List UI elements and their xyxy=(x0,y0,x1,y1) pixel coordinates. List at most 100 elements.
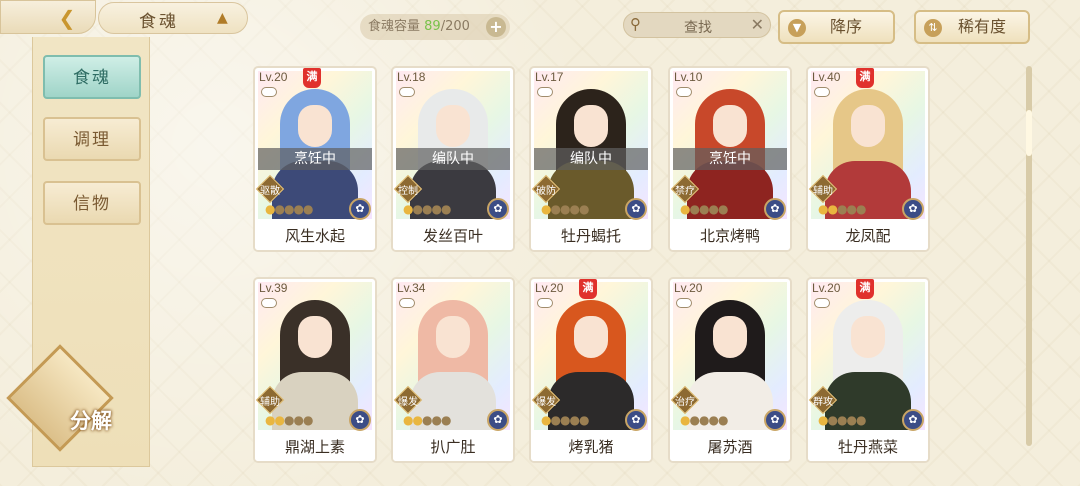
star-rating: ●●●●● xyxy=(265,202,314,216)
shield-icon xyxy=(814,87,830,97)
star-icon: ● xyxy=(569,413,580,427)
role-label: 治疗 xyxy=(675,397,695,408)
max-badge: 满 xyxy=(856,68,874,88)
search-label: 查找 xyxy=(684,20,712,36)
food-soul-card[interactable]: Lv.20 治疗 ●●●●● ✿ 屠苏酒 xyxy=(668,277,792,463)
scrollbar-thumb[interactable] xyxy=(1026,110,1032,156)
star-rating: ●●●●● xyxy=(818,413,867,427)
role-label: 禁疗 xyxy=(675,186,695,197)
clear-icon[interactable]: ✕ xyxy=(751,15,764,34)
skill-icon: ✿ xyxy=(625,409,647,431)
star-icon: ● xyxy=(431,413,442,427)
skill-icon: ✿ xyxy=(764,198,786,220)
card-name: 鼎湖上素 xyxy=(255,433,375,461)
star-rating: ●●●●● xyxy=(403,202,452,216)
skill-icon: ✿ xyxy=(764,409,786,431)
level-label: Lv.20 xyxy=(812,281,841,295)
role-badge: 禁疗 xyxy=(670,174,700,204)
card-name: 牡丹燕菜 xyxy=(808,433,928,461)
shield-icon xyxy=(537,87,553,97)
role-label: 辅助 xyxy=(260,397,280,408)
card-name: 发丝百叶 xyxy=(393,222,513,250)
portrait-face xyxy=(574,316,608,358)
sidebar-item-conditioning[interactable]: 调理 xyxy=(43,117,141,161)
role-label: 群攻 xyxy=(813,397,833,408)
star-rating: ●●●●● xyxy=(680,413,729,427)
sidebar-item-tokens[interactable]: 信物 xyxy=(43,181,141,225)
portrait-face xyxy=(713,105,747,147)
food-soul-card[interactable]: Lv.10 烹饪中 禁疗 ●●●●● ✿ 北京烤鸭 xyxy=(668,66,792,252)
card-name: 龙凤配 xyxy=(808,222,928,250)
star-icon: ● xyxy=(689,202,700,216)
level-label: Lv.10 xyxy=(674,70,703,84)
level-label: Lv.18 xyxy=(397,70,426,84)
star-icon: ● xyxy=(717,413,729,427)
food-soul-card[interactable]: Lv.20 满群攻 ●●●●● ✿ 牡丹燕菜 xyxy=(806,277,930,463)
portrait-face xyxy=(436,105,470,147)
role-badge: 辅助 xyxy=(808,174,838,204)
back-arrow-icon: ❮ xyxy=(58,6,76,30)
back-button[interactable]: ❮ xyxy=(0,0,96,34)
down-arrow-icon: ▼ xyxy=(788,19,806,37)
star-icon: ● xyxy=(578,413,590,427)
sort-order-button[interactable]: ▼ 降序 xyxy=(778,10,895,44)
add-capacity-button[interactable]: + xyxy=(486,17,506,37)
portrait-face xyxy=(851,105,885,147)
card-name: 牡丹蝎托 xyxy=(531,222,651,250)
star-icon: ● xyxy=(717,202,729,216)
food-soul-card[interactable]: Lv.18 编队中控制 ●●●●● ✿ 发丝百叶 xyxy=(391,66,515,252)
sort-rarity-label: 稀有度 xyxy=(958,17,1007,36)
sort-rarity-button[interactable]: ⇅ 稀有度 xyxy=(914,10,1030,44)
level-label: Lv.40 xyxy=(812,70,841,84)
page-title-tab: 食魂 ▲ xyxy=(98,2,248,34)
card-name: 风生水起 xyxy=(255,222,375,250)
role-label: 破防 xyxy=(536,186,556,197)
star-icon: ● xyxy=(708,202,719,216)
star-icon: ● xyxy=(827,202,838,216)
food-soul-card[interactable]: Lv.17 编队中 破防 ●●●●● ✿ 牡丹蝎托 xyxy=(529,66,653,252)
capacity-current: 89 xyxy=(424,19,441,34)
star-icon: ● xyxy=(412,413,423,427)
role-badge: 破防 xyxy=(531,174,561,204)
max-badge: 满 xyxy=(303,68,321,88)
food-soul-card[interactable]: Lv.20 满爆发 ●●●●● ✿ 烤乳猪 xyxy=(529,277,653,463)
hat-icon[interactable]: ▲ xyxy=(217,11,237,25)
star-icon: ● xyxy=(293,413,304,427)
capacity-label: 食魂容量 xyxy=(368,19,421,34)
decompose-label: 分解 xyxy=(70,409,112,433)
star-rating: ●●●●● xyxy=(403,413,451,427)
food-soul-card[interactable]: Lv.20 满烹饪中 驱散 ●●●●● ✿ 风生水起 xyxy=(253,66,377,252)
portrait-face xyxy=(713,316,747,358)
max-badge: 满 xyxy=(579,279,597,299)
role-badge: 群攻 xyxy=(808,385,838,415)
role-badge: 爆发 xyxy=(531,385,561,415)
role-label: 驱散 xyxy=(260,186,280,197)
search-input[interactable]: ⚲ 查找 ✕ xyxy=(623,12,771,38)
star-icon: ● xyxy=(274,413,285,427)
portrait-face xyxy=(574,105,608,147)
star-icon: ● xyxy=(550,202,561,216)
star-icon: ● xyxy=(274,202,285,216)
role-label: 辅助 xyxy=(813,186,833,197)
star-rating: ●●●●● xyxy=(680,202,729,216)
level-label: Lv.39 xyxy=(259,281,288,295)
status-banner: 编队中 xyxy=(396,148,510,170)
food-soul-card[interactable]: Lv.34 爆发 ●●●●● ✿ 扒广肚 xyxy=(391,277,515,463)
shield-icon xyxy=(399,87,415,97)
role-label: 控制 xyxy=(398,186,418,197)
max-badge: 满 xyxy=(856,279,874,299)
status-banner: 烹饪中 xyxy=(258,148,372,170)
star-icon: ● xyxy=(302,202,314,216)
star-icon: ● xyxy=(855,413,867,427)
sort-order-label: 降序 xyxy=(830,17,863,36)
skill-icon: ✿ xyxy=(487,198,509,220)
role-badge: 爆发 xyxy=(393,385,423,415)
search-icon: ⚲ xyxy=(630,15,641,33)
food-soul-card[interactable]: Lv.40 满辅助 ●●●●● ✿ 龙凤配 xyxy=(806,66,930,252)
star-icon: ● xyxy=(440,202,452,216)
star-icon: ● xyxy=(708,413,719,427)
sort-icon: ⇅ xyxy=(924,19,942,37)
sidebar-item-food-soul[interactable]: 食魂 xyxy=(43,55,141,99)
food-soul-card[interactable]: Lv.39 辅助 ●●●●● ✿ 鼎湖上素 xyxy=(253,277,377,463)
page-title: 食魂 xyxy=(139,12,179,32)
